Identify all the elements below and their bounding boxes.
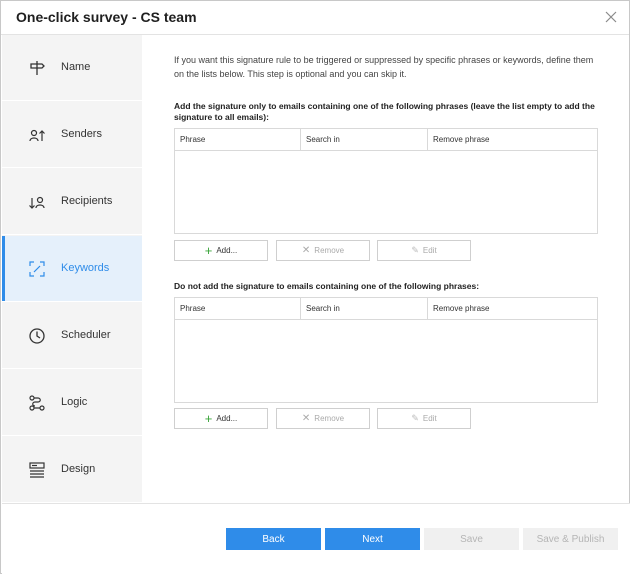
column-header-search-in[interactable]: Search in xyxy=(301,298,428,320)
save-button[interactable]: Save xyxy=(424,528,519,550)
include-phrases-table[interactable]: Phrase Search in Remove phrase xyxy=(174,128,598,234)
sidebar-item-label: Recipients xyxy=(61,195,113,207)
senders-icon xyxy=(29,129,45,142)
sidebar-nav: Name Senders Recipients Keywords Schedul… xyxy=(2,35,142,503)
exclude-section-title: Do not add the signature to emails conta… xyxy=(174,281,480,291)
recipients-icon xyxy=(29,196,45,209)
remove-icon: ✕ xyxy=(301,413,311,424)
include-remove-button[interactable]: ✕ Remove xyxy=(276,240,370,261)
close-icon[interactable] xyxy=(605,11,617,23)
table-header: Phrase Search in Remove phrase xyxy=(175,298,597,320)
include-section-title: Add the signature only to emails contain… xyxy=(174,101,595,122)
include-edit-button[interactable]: ✎ Edit xyxy=(377,240,471,261)
column-header-phrase[interactable]: Phrase xyxy=(175,298,301,320)
sidebar-item-design[interactable]: Design xyxy=(2,437,142,503)
pencil-icon: ✎ xyxy=(411,245,419,255)
pencil-icon: ✎ xyxy=(411,413,419,423)
exclude-phrases-table[interactable]: Phrase Search in Remove phrase xyxy=(174,297,598,403)
column-header-phrase[interactable]: Phrase xyxy=(175,129,301,151)
sidebar-item-label: Scheduler xyxy=(61,329,111,341)
clock-icon xyxy=(29,328,45,344)
sidebar-item-recipients[interactable]: Recipients xyxy=(2,169,142,235)
button-label: Edit xyxy=(422,414,437,423)
next-button[interactable]: Next xyxy=(325,528,420,550)
signpost-icon xyxy=(30,61,45,75)
exclude-remove-button[interactable]: ✕ Remove xyxy=(276,408,370,429)
column-header-remove-phrase[interactable]: Remove phrase xyxy=(428,298,597,320)
sidebar-item-label: Name xyxy=(61,61,91,73)
exclude-edit-button[interactable]: ✎ Edit xyxy=(377,408,471,429)
logic-icon xyxy=(29,395,45,411)
dialog-title: One-click survey - CS team xyxy=(16,9,197,25)
include-add-button[interactable]: + Add... xyxy=(174,240,268,261)
button-label: Remove xyxy=(314,414,345,423)
button-label: Add... xyxy=(216,246,238,255)
sidebar-item-label: Logic xyxy=(61,396,88,408)
button-label: Remove xyxy=(314,246,345,255)
sidebar-item-senders[interactable]: Senders xyxy=(2,102,142,168)
plus-icon: + xyxy=(204,410,213,426)
intro-text: If you want this signature rule to be tr… xyxy=(174,55,594,79)
sidebar-item-keywords[interactable]: Keywords xyxy=(2,236,142,302)
design-icon xyxy=(29,462,45,478)
exclude-add-button[interactable]: + Add... xyxy=(174,408,268,429)
sidebar-item-label: Keywords xyxy=(61,262,110,274)
sidebar-item-label: Senders xyxy=(61,128,102,140)
sidebar-item-label: Design xyxy=(61,463,96,475)
button-label: Add... xyxy=(216,414,238,423)
sidebar-item-name[interactable]: Name xyxy=(2,35,142,101)
plus-icon: + xyxy=(204,242,213,258)
sidebar-item-logic[interactable]: Logic xyxy=(2,370,142,436)
title-bar: One-click survey - CS team xyxy=(1,1,629,35)
remove-icon: ✕ xyxy=(301,245,311,256)
button-label: Edit xyxy=(422,246,437,255)
column-header-search-in[interactable]: Search in xyxy=(301,129,428,151)
keywords-icon xyxy=(29,261,45,277)
save-publish-button[interactable]: Save & Publish xyxy=(523,528,618,550)
dialog-footer: Back Next Save Save & Publish xyxy=(2,503,630,574)
table-header: Phrase Search in Remove phrase xyxy=(175,129,597,151)
column-header-remove-phrase[interactable]: Remove phrase xyxy=(428,129,597,151)
back-button[interactable]: Back xyxy=(226,528,321,550)
rule-dialog: One-click survey - CS team Name Senders xyxy=(0,0,630,574)
keywords-panel: If you want this signature rule to be tr… xyxy=(142,35,630,503)
sidebar-item-scheduler[interactable]: Scheduler xyxy=(2,303,142,369)
